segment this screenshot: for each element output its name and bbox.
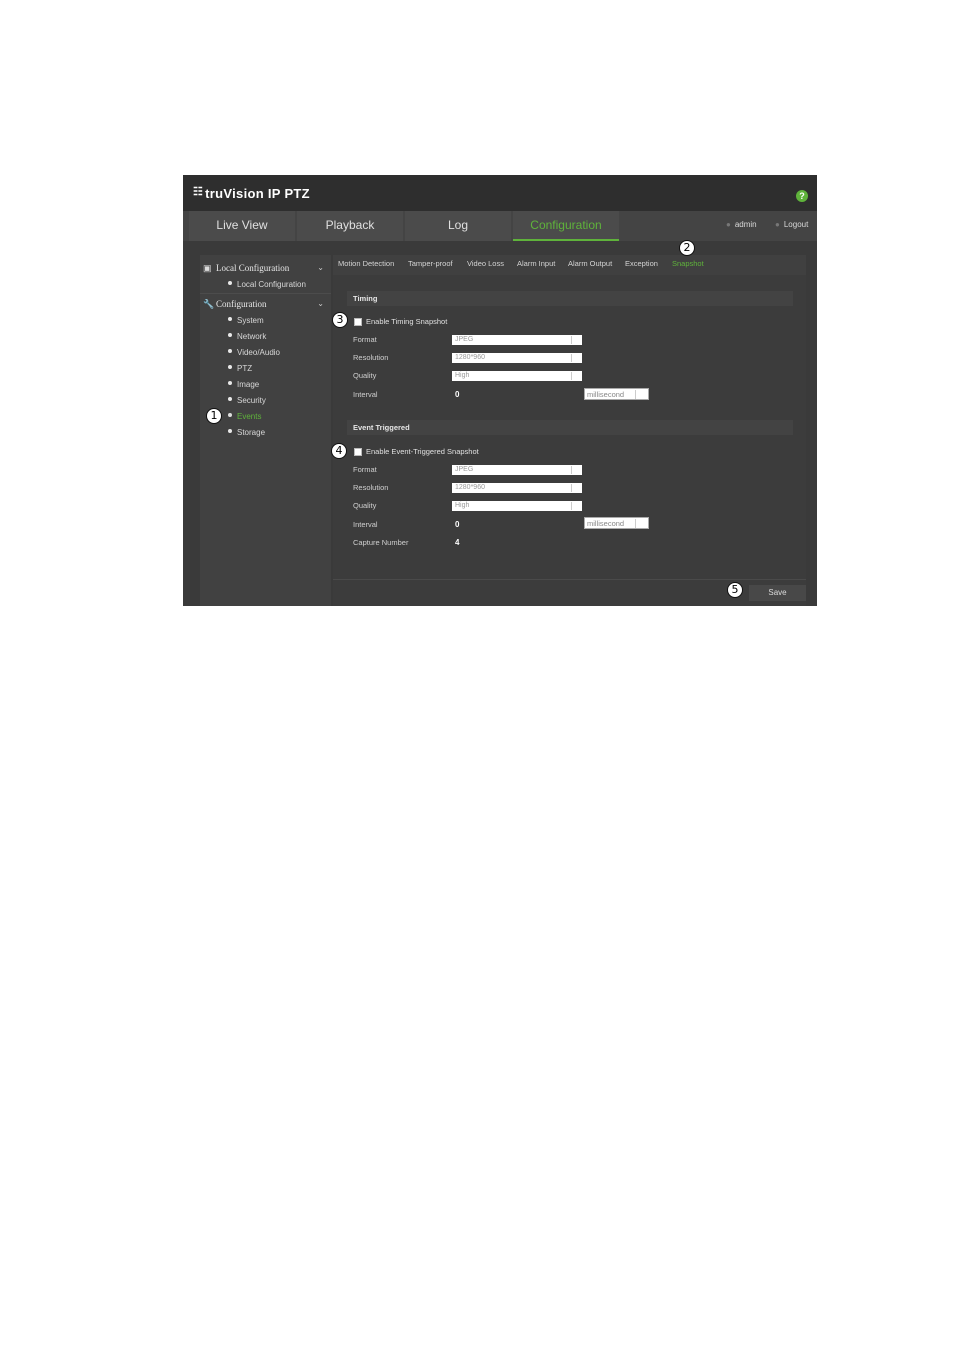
sidebar: ▣ Local Configuration ⌄ Local Configurati… xyxy=(200,255,331,606)
tab-alarm-input[interactable]: Alarm Input xyxy=(517,259,555,268)
timing-format-select[interactable]: JPEG xyxy=(452,335,582,345)
user-menu[interactable]: ● admin xyxy=(726,211,757,241)
logout-icon: ● xyxy=(775,220,780,229)
timing-quality-label: Quality xyxy=(353,371,377,380)
enable-timing-snapshot-label: Enable Timing Snapshot xyxy=(366,317,448,326)
main-nav: Live View Playback Log Configuration ● ad… xyxy=(183,211,817,241)
timing-resolution-label: Resolution xyxy=(353,353,389,362)
callout-5: 5 xyxy=(727,582,743,598)
callout-2: 2 xyxy=(679,240,695,256)
event-quality-label: Quality xyxy=(353,501,377,510)
timing-format-label: Format xyxy=(353,335,377,344)
timing-section-header: Timing xyxy=(347,291,793,306)
capture-number-value: 4 xyxy=(455,538,460,547)
timing-quality-select[interactable]: High xyxy=(452,371,582,381)
sidebar-item-events[interactable]: Events xyxy=(228,410,328,424)
event-format-label: Format xyxy=(353,465,377,474)
timing-interval-input[interactable]: 0 xyxy=(455,390,459,399)
bullet-icon xyxy=(228,365,232,369)
event-format-select[interactable]: JPEG xyxy=(452,465,582,475)
sidebar-item-ptz[interactable]: PTZ xyxy=(228,362,328,376)
tab-playback[interactable]: Playback xyxy=(297,211,403,241)
content-panel: Motion Detection Tamper-proof Video Loss… xyxy=(333,255,806,606)
truvision-logo-icon: ☷ xyxy=(193,186,204,198)
enable-event-snapshot-label: Enable Event-Triggered Snapshot xyxy=(366,447,479,456)
tab-live-view[interactable]: Live View xyxy=(189,211,295,241)
bullet-icon xyxy=(228,429,232,433)
event-quality-select[interactable]: High xyxy=(452,501,582,511)
bullet-icon xyxy=(228,333,232,337)
divider xyxy=(200,293,331,294)
callout-4: 4 xyxy=(331,443,347,459)
help-icon[interactable]: ? xyxy=(796,190,808,202)
logout-button[interactable]: ● Logout xyxy=(775,211,808,241)
sidebar-group-local-configuration[interactable]: ▣ Local Configuration ⌄ xyxy=(203,260,327,276)
header-bar: ☷ truVision IP PTZ ? xyxy=(183,175,817,211)
timing-interval-unit-select[interactable]: millisecond xyxy=(584,388,649,400)
app-title: ☷ truVision IP PTZ xyxy=(193,186,310,201)
event-resolution-select[interactable]: 1280*960 xyxy=(452,483,582,493)
sidebar-item-video-audio[interactable]: Video/Audio xyxy=(228,346,328,360)
tab-video-loss[interactable]: Video Loss xyxy=(467,259,504,268)
sidebar-item-security[interactable]: Security xyxy=(228,394,328,408)
sidebar-item-image[interactable]: Image xyxy=(228,378,328,392)
monitor-icon: ▣ xyxy=(203,263,212,273)
chevron-down-icon: ⌄ xyxy=(317,263,324,272)
sidebar-item-network[interactable]: Network xyxy=(228,330,328,344)
event-triggered-section-header: Event Triggered xyxy=(347,420,793,435)
web-interface: ☷ truVision IP PTZ ? Live View Playback L… xyxy=(183,175,817,606)
enable-event-snapshot-checkbox[interactable] xyxy=(354,448,362,456)
bullet-icon xyxy=(228,413,232,417)
bullet-icon xyxy=(228,381,232,385)
bullet-icon xyxy=(228,397,232,401)
bullet-icon xyxy=(228,317,232,321)
event-interval-input[interactable]: 0 xyxy=(455,520,459,529)
save-button[interactable]: Save xyxy=(749,585,806,601)
event-interval-label: Interval xyxy=(353,520,378,529)
timing-resolution-select[interactable]: 1280*960 xyxy=(452,353,582,363)
tab-snapshot[interactable]: Snapshot xyxy=(672,259,704,268)
tab-alarm-output[interactable]: Alarm Output xyxy=(568,259,612,268)
wrench-icon: 🔧 xyxy=(203,299,215,309)
tab-tamper-proof[interactable]: Tamper-proof xyxy=(408,259,453,268)
timing-interval-label: Interval xyxy=(353,390,378,399)
chevron-down-icon: ⌄ xyxy=(317,299,324,308)
enable-timing-snapshot-checkbox[interactable] xyxy=(354,318,362,326)
tab-motion-detection[interactable]: Motion Detection xyxy=(338,259,394,268)
event-subtabs: Motion Detection Tamper-proof Video Loss… xyxy=(333,255,806,275)
tab-configuration[interactable]: Configuration xyxy=(513,211,619,241)
capture-number-label: Capture Number xyxy=(353,538,409,547)
sidebar-item-storage[interactable]: Storage xyxy=(228,426,328,440)
event-interval-unit-select[interactable]: millisecond xyxy=(584,517,649,529)
bullet-icon xyxy=(228,349,232,353)
bullet-icon xyxy=(228,281,232,285)
tab-exception[interactable]: Exception xyxy=(625,259,658,268)
sidebar-group-configuration[interactable]: 🔧 Configuration ⌄ xyxy=(203,296,327,312)
user-icon: ● xyxy=(726,220,731,229)
footer-divider xyxy=(333,579,806,580)
sidebar-item-local-configuration[interactable]: Local Configuration xyxy=(228,278,328,292)
event-resolution-label: Resolution xyxy=(353,483,389,492)
callout-1: 1 xyxy=(206,408,222,424)
sidebar-item-system[interactable]: System xyxy=(228,314,328,328)
tab-log[interactable]: Log xyxy=(405,211,511,241)
callout-3: 3 xyxy=(332,312,348,328)
